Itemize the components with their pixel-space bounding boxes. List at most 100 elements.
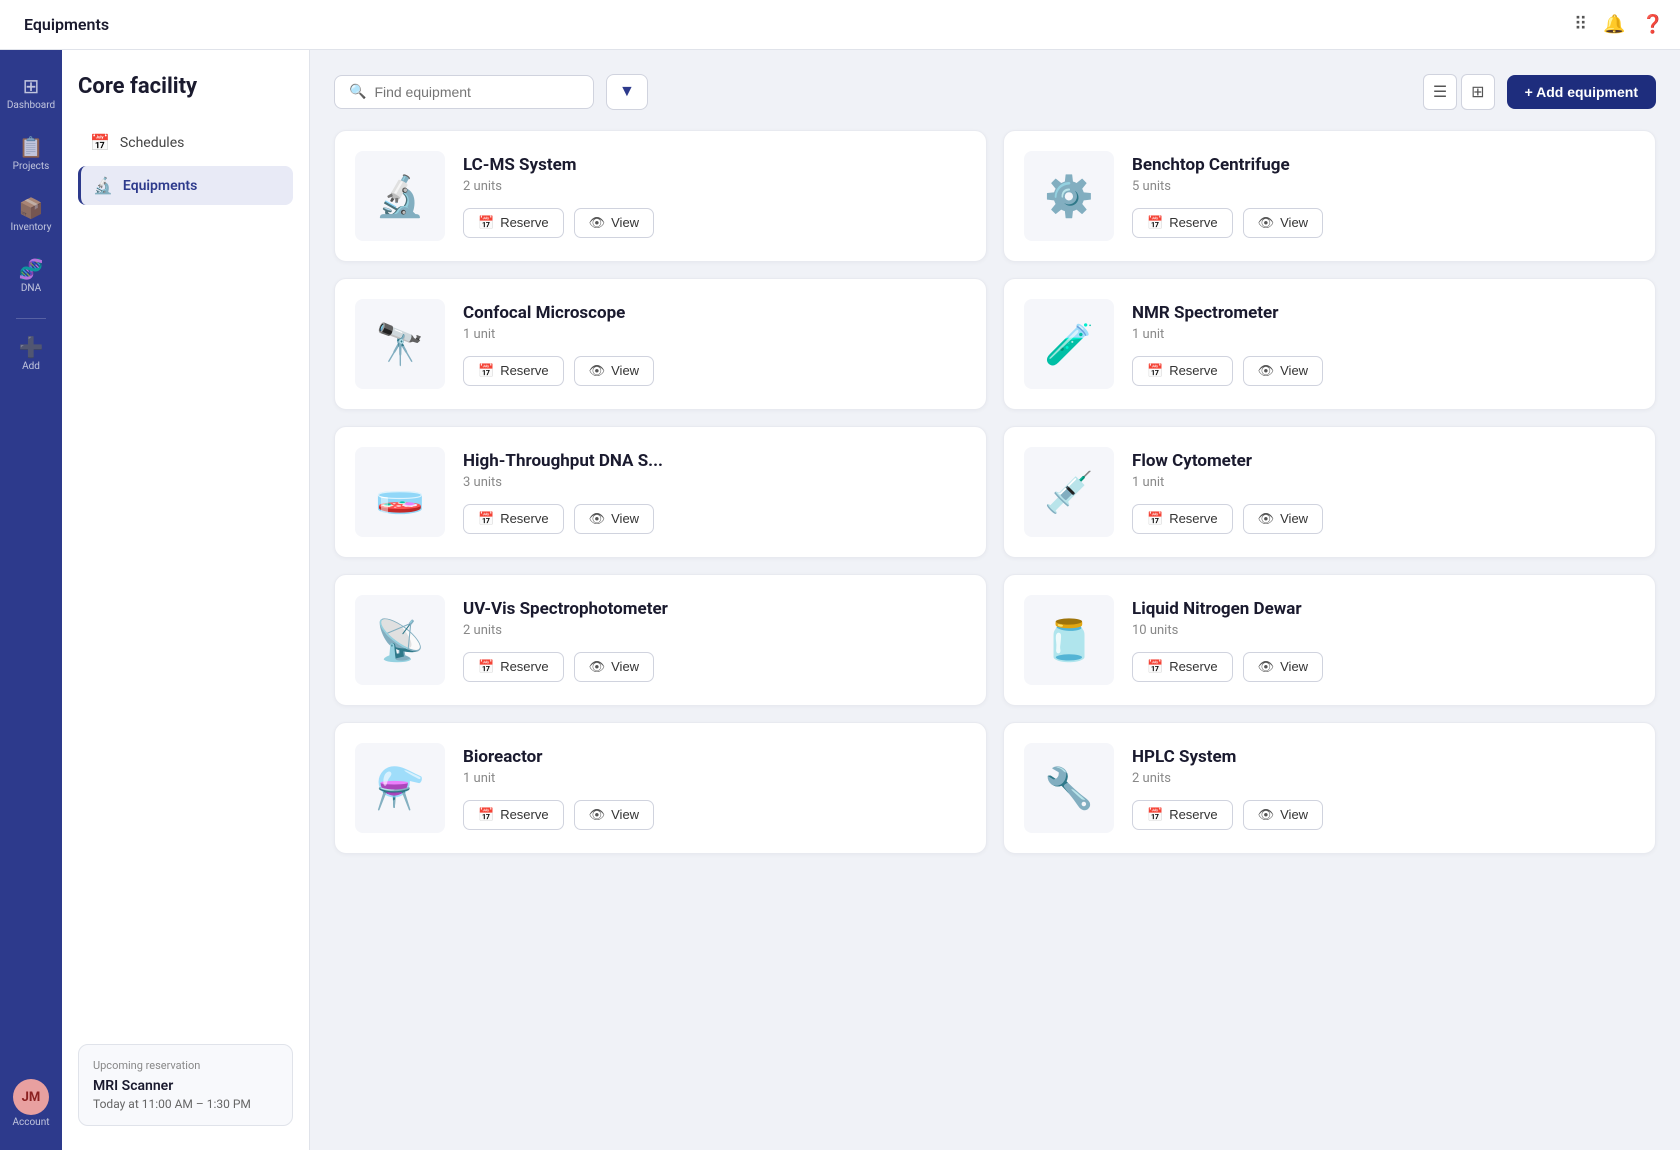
equipment-card-uvvis: 📡 UV-Vis Spectrophotometer 2 units 📅 Res… (334, 574, 987, 706)
equipment-image-confocal: 🔭 (355, 299, 445, 389)
equipment-units-bioreactor: 1 unit (463, 771, 966, 786)
equipment-card-confocal: 🔭 Confocal Microscope 1 unit 📅 Reserve 👁… (334, 278, 987, 410)
notification-icon[interactable]: 🔔 (1603, 14, 1625, 35)
calendar-icon-nmr: 📅 (1147, 363, 1163, 379)
equipment-name-confocal: Confocal Microscope (463, 303, 966, 323)
equipment-info-bioreactor: Bioreactor 1 unit 📅 Reserve 👁 View (463, 747, 966, 830)
equipment-units-lcms: 2 units (463, 179, 966, 194)
sidebar-item-label-equipments: Equipments (123, 178, 197, 194)
reserve-button-nmr[interactable]: 📅 Reserve (1132, 356, 1233, 386)
equipment-card-lcms: 🔬 LC-MS System 2 units 📅 Reserve 👁 View (334, 130, 987, 262)
calendar-icon-bioreactor: 📅 (478, 807, 494, 823)
equipment-units-flowcytometer: 1 unit (1132, 475, 1635, 490)
nav-item-dashboard[interactable]: ⊞ Dashboard (4, 66, 58, 119)
equipment-name-flowcytometer: Flow Cytometer (1132, 451, 1635, 471)
sidebar-item-equipments[interactable]: 🔬 Equipments (78, 166, 293, 205)
equipment-units-confocal: 1 unit (463, 327, 966, 342)
nav-account[interactable]: JM Account (6, 1073, 55, 1134)
calendar-icon-uvvis: 📅 (478, 659, 494, 675)
view-button-nmr[interactable]: 👁 View (1243, 356, 1323, 386)
reserve-button-lcms[interactable]: 📅 Reserve (463, 208, 564, 238)
view-button-centrifuge[interactable]: 👁 View (1243, 208, 1323, 238)
equipment-actions-lcms: 📅 Reserve 👁 View (463, 208, 966, 238)
view-button-hplc[interactable]: 👁 View (1243, 800, 1323, 830)
eye-icon-nmr: 👁 (1258, 363, 1275, 379)
search-input[interactable] (374, 84, 579, 100)
reserve-button-flowcytometer[interactable]: 📅 Reserve (1132, 504, 1233, 534)
calendar-icon-flowcytometer: 📅 (1147, 511, 1163, 527)
equipment-info-centrifuge: Benchtop Centrifuge 5 units 📅 Reserve 👁 … (1132, 155, 1635, 238)
equipment-card-ln2dewar: 🫙 Liquid Nitrogen Dewar 10 units 📅 Reser… (1003, 574, 1656, 706)
grid-view-button[interactable]: ⊞ (1461, 74, 1494, 110)
grid-icon[interactable]: ⠿ (1574, 14, 1587, 35)
view-button-lcms[interactable]: 👁 View (574, 208, 654, 238)
main-content: 🔍 ▼ ☰ ⊞ + Add equipment 🔬 LC-MS System 2… (310, 50, 1680, 1150)
equipment-grid: 🔬 LC-MS System 2 units 📅 Reserve 👁 View … (334, 130, 1656, 854)
add-equipment-button[interactable]: + Add equipment (1507, 75, 1656, 109)
left-nav: ⊞ Dashboard 📋 Projects 📦 Inventory 🧬 DNA… (0, 50, 62, 1150)
nav-label-projects: Projects (13, 161, 50, 172)
view-button-confocal[interactable]: 👁 View (574, 356, 654, 386)
sidebar-item-label-schedules: Schedules (120, 135, 184, 151)
equipment-actions-bioreactor: 📅 Reserve 👁 View (463, 800, 966, 830)
reserve-button-bioreactor[interactable]: 📅 Reserve (463, 800, 564, 830)
account-avatar: JM (13, 1079, 49, 1115)
eye-icon-highthroughput: 👁 (589, 511, 606, 527)
equipment-units-centrifuge: 5 units (1132, 179, 1635, 194)
equipment-name-lcms: LC-MS System (463, 155, 966, 175)
reserve-button-hplc[interactable]: 📅 Reserve (1132, 800, 1233, 830)
dna-icon: 🧬 (19, 257, 44, 281)
calendar-icon-highthroughput: 📅 (478, 511, 494, 527)
nav-item-dna[interactable]: 🧬 DNA (4, 249, 58, 302)
nav-label-dna: DNA (21, 283, 41, 294)
equipment-image-bioreactor: ⚗️ (355, 743, 445, 833)
equipment-image-highthroughput: 🧫 (355, 447, 445, 537)
list-view-button[interactable]: ☰ (1423, 74, 1457, 110)
reserve-button-uvvis[interactable]: 📅 Reserve (463, 652, 564, 682)
eye-icon-ln2dewar: 👁 (1258, 659, 1275, 675)
equipment-name-bioreactor: Bioreactor (463, 747, 966, 767)
equipment-name-uvvis: UV-Vis Spectrophotometer (463, 599, 966, 619)
view-button-uvvis[interactable]: 👁 View (574, 652, 654, 682)
reserve-button-centrifuge[interactable]: 📅 Reserve (1132, 208, 1233, 238)
equipment-card-centrifuge: ⚙️ Benchtop Centrifuge 5 units 📅 Reserve… (1003, 130, 1656, 262)
equipment-image-hplc: 🔧 (1024, 743, 1114, 833)
filter-button[interactable]: ▼ (606, 74, 648, 110)
nav-item-inventory[interactable]: 📦 Inventory (4, 188, 58, 241)
sidebar-spacer (78, 209, 293, 1028)
calendar-icon-centrifuge: 📅 (1147, 215, 1163, 231)
equipment-image-uvvis: 📡 (355, 595, 445, 685)
nav-divider (16, 318, 46, 319)
search-box[interactable]: 🔍 (334, 75, 594, 109)
equipment-info-flowcytometer: Flow Cytometer 1 unit 📅 Reserve 👁 View (1132, 451, 1635, 534)
view-button-ln2dewar[interactable]: 👁 View (1243, 652, 1323, 682)
equipment-card-hplc: 🔧 HPLC System 2 units 📅 Reserve 👁 View (1003, 722, 1656, 854)
equipment-card-nmr: 🧪 NMR Spectrometer 1 unit 📅 Reserve 👁 Vi… (1003, 278, 1656, 410)
sidebar-item-schedules[interactable]: 📅 Schedules (78, 123, 293, 162)
calendar-icon-hplc: 📅 (1147, 807, 1163, 823)
equipment-name-centrifuge: Benchtop Centrifuge (1132, 155, 1635, 175)
reserve-button-highthroughput[interactable]: 📅 Reserve (463, 504, 564, 534)
equipment-actions-nmr: 📅 Reserve 👁 View (1132, 356, 1635, 386)
projects-icon: 📋 (19, 135, 44, 159)
nav-item-add[interactable]: ➕ Add (4, 327, 58, 380)
view-button-bioreactor[interactable]: 👁 View (574, 800, 654, 830)
equipment-image-lcms: 🔬 (355, 151, 445, 241)
view-button-highthroughput[interactable]: 👁 View (574, 504, 654, 534)
equipments-icon: 🔬 (93, 176, 113, 195)
equipment-actions-uvvis: 📅 Reserve 👁 View (463, 652, 966, 682)
reserve-button-ln2dewar[interactable]: 📅 Reserve (1132, 652, 1233, 682)
eye-icon-flowcytometer: 👁 (1258, 511, 1275, 527)
nav-label-add: Add (22, 361, 40, 372)
nav-item-projects[interactable]: 📋 Projects (4, 127, 58, 180)
equipment-units-highthroughput: 3 units (463, 475, 966, 490)
equipment-info-nmr: NMR Spectrometer 1 unit 📅 Reserve 👁 View (1132, 303, 1635, 386)
help-icon[interactable]: ❓ (1642, 14, 1664, 35)
equipment-actions-centrifuge: 📅 Reserve 👁 View (1132, 208, 1635, 238)
dashboard-icon: ⊞ (23, 74, 40, 98)
view-button-flowcytometer[interactable]: 👁 View (1243, 504, 1323, 534)
equipment-card-flowcytometer: 💉 Flow Cytometer 1 unit 📅 Reserve 👁 View (1003, 426, 1656, 558)
reserve-button-confocal[interactable]: 📅 Reserve (463, 356, 564, 386)
equipment-actions-ln2dewar: 📅 Reserve 👁 View (1132, 652, 1635, 682)
eye-icon-hplc: 👁 (1258, 807, 1275, 823)
